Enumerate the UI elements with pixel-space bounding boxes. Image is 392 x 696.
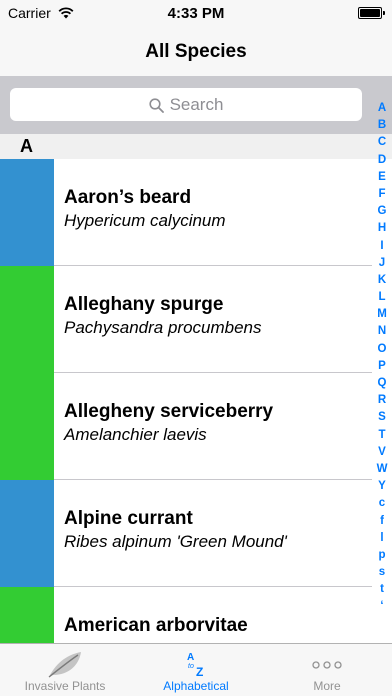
index-letter[interactable]: N: [372, 323, 392, 340]
navigation-bar: All Species: [0, 28, 392, 76]
status-color-swatch: [0, 480, 54, 587]
index-letter[interactable]: ‘: [372, 598, 392, 615]
species-row[interactable]: Alpine currant Ribes alpinum 'Green Mound…: [0, 480, 372, 587]
section-header: A: [0, 134, 392, 159]
species-common-name: Allegheny serviceberry: [64, 401, 274, 422]
index-letter[interactable]: p: [372, 547, 392, 564]
species-common-name: Aaron’s beard: [64, 187, 192, 208]
species-scientific-name: Amelanchier laevis: [64, 425, 207, 444]
index-letter[interactable]: A: [372, 100, 392, 117]
species-common-name: American arborvitae: [64, 615, 248, 636]
index-letter[interactable]: B: [372, 117, 392, 134]
svg-text:A: A: [187, 652, 194, 663]
species-scientific-name: Pachysandra procumbens: [64, 318, 262, 337]
tab-bar: Invasive Plants A to Z Alphabetical More: [0, 643, 392, 696]
section-letter: A: [20, 136, 33, 156]
index-letter[interactable]: V: [372, 444, 392, 461]
index-letter[interactable]: R: [372, 392, 392, 409]
status-color-swatch: [0, 373, 54, 480]
svg-text:to: to: [188, 663, 194, 670]
status-color-swatch: [0, 159, 54, 266]
index-letter[interactable]: E: [372, 169, 392, 186]
index-letter[interactable]: t: [372, 581, 392, 598]
index-letter[interactable]: K: [372, 272, 392, 289]
tab-label: Alphabetical: [163, 679, 229, 693]
search-input[interactable]: Search: [10, 88, 362, 121]
index-letter[interactable]: F: [372, 186, 392, 203]
index-letter[interactable]: L: [372, 289, 392, 306]
index-letter[interactable]: G: [372, 203, 392, 220]
species-row[interactable]: Alleghany spurge Pachysandra procumbens: [0, 266, 372, 373]
status-bar: Carrier 4:33 PM: [0, 0, 392, 28]
index-letter[interactable]: C: [372, 134, 392, 151]
battery-icon: [358, 7, 385, 19]
tab-alphabetical[interactable]: A to Z Alphabetical: [131, 644, 261, 696]
svg-text:Z: Z: [196, 665, 203, 679]
tab-label: Invasive Plants: [24, 679, 106, 693]
index-letter[interactable]: O: [372, 341, 392, 358]
index-letter[interactable]: Q: [372, 375, 392, 392]
index-letter[interactable]: S: [372, 409, 392, 426]
search-bar: Search: [0, 76, 392, 134]
index-letter[interactable]: l: [372, 530, 392, 547]
index-letter[interactable]: W: [372, 461, 392, 478]
species-scientific-name: Ribes alpinum 'Green Mound': [64, 532, 287, 551]
status-color-swatch: [0, 266, 54, 373]
tab-label: More: [313, 679, 341, 693]
section-index[interactable]: A B C D E F G H I J K L M N O P Q R S T V W Yc f l p s t ‘: [372, 100, 392, 635]
index-letter[interactable]: f: [372, 513, 392, 530]
index-letter[interactable]: Y: [372, 478, 392, 495]
status-time: 4:33 PM: [167, 5, 225, 22]
index-letter[interactable]: J: [372, 255, 392, 272]
status-color-swatch: [0, 587, 54, 643]
index-letter[interactable]: c: [372, 495, 392, 512]
index-letter[interactable]: H: [372, 220, 392, 237]
species-scientific-name: Hypericum calycinum: [64, 211, 226, 230]
index-letter[interactable]: I: [372, 238, 392, 255]
species-list: Aaron’s beard Hypericum calycinum Alleghan…: [0, 159, 372, 643]
index-letter[interactable]: T: [372, 427, 392, 444]
page-title: All Species: [145, 41, 247, 62]
index-letter[interactable]: P: [372, 358, 392, 375]
species-common-name: Alpine currant: [64, 508, 193, 529]
tab-invasive-plants[interactable]: Invasive Plants: [0, 644, 130, 696]
species-row[interactable]: Allegheny serviceberry Amelanchier laevis: [0, 373, 372, 480]
index-letter[interactable]: M: [372, 306, 392, 323]
search-placeholder: Search: [169, 95, 224, 114]
species-row[interactable]: Aaron’s beard Hypericum calycinum: [0, 159, 372, 266]
species-row[interactable]: American arborvitae: [0, 587, 372, 643]
index-letter[interactable]: s: [372, 564, 392, 581]
tab-more[interactable]: More: [262, 644, 392, 696]
species-common-name: Alleghany spurge: [64, 294, 224, 315]
index-letter[interactable]: D: [372, 152, 392, 169]
search-icon: [148, 98, 164, 118]
